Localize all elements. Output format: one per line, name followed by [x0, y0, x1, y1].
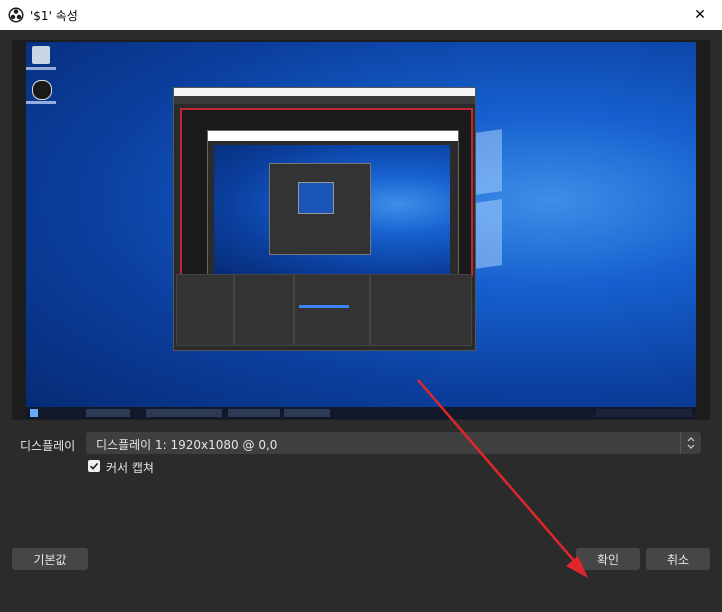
- nested-title-bar: [174, 88, 475, 96]
- recursive-obs-window: [269, 163, 371, 255]
- obs-desktop-label: [26, 101, 56, 104]
- window-title: '$1' 속성: [30, 9, 78, 23]
- close-icon: ✕: [694, 7, 706, 23]
- dialog-body: 디스플레이 디스플레이 1: 1920x1080 @ 0,0 커서 캡쳐: [0, 30, 722, 612]
- capture-cursor-label: 커서 캡쳐: [106, 461, 154, 475]
- nested-scenes-dock: [176, 274, 234, 346]
- desktop-screenshot: [26, 42, 696, 419]
- nested-preview-screen: [214, 145, 450, 277]
- display-select-value: 디스플레이 1: 1920x1080 @ 0,0: [96, 438, 278, 452]
- nested-mixer-dock: [294, 274, 370, 346]
- close-button[interactable]: ✕: [678, 0, 722, 30]
- obs-desktop-icon: [32, 80, 52, 100]
- nested-obs-window: [173, 87, 476, 351]
- windows-taskbar: [26, 407, 696, 419]
- capture-preview: [12, 40, 710, 420]
- display-row: 디스플레이 디스플레이 1: 1920x1080 @ 0,0: [0, 432, 722, 456]
- nested-canvas: [180, 108, 473, 344]
- defaults-button[interactable]: 기본값: [12, 548, 88, 570]
- recycle-bin-label: [26, 67, 56, 70]
- capture-cursor-checkbox[interactable]: [88, 460, 100, 472]
- checkmark-icon: [89, 462, 99, 470]
- nested-menu-bar: [174, 96, 475, 104]
- display-label: 디스플레이: [20, 439, 76, 453]
- select-spinner-icon: [680, 432, 701, 454]
- nested-controls-dock: [370, 274, 472, 346]
- cancel-button[interactable]: 취소: [646, 548, 710, 570]
- display-select[interactable]: 디스플레이 1: 1920x1080 @ 0,0: [86, 432, 701, 454]
- title-bar: '$1' 속성 ✕: [0, 0, 722, 31]
- recycle-bin-icon: [32, 46, 50, 64]
- obs-logo-icon: [8, 7, 24, 23]
- ok-button[interactable]: 확인: [576, 548, 640, 570]
- nested-sources-dock: [234, 274, 294, 346]
